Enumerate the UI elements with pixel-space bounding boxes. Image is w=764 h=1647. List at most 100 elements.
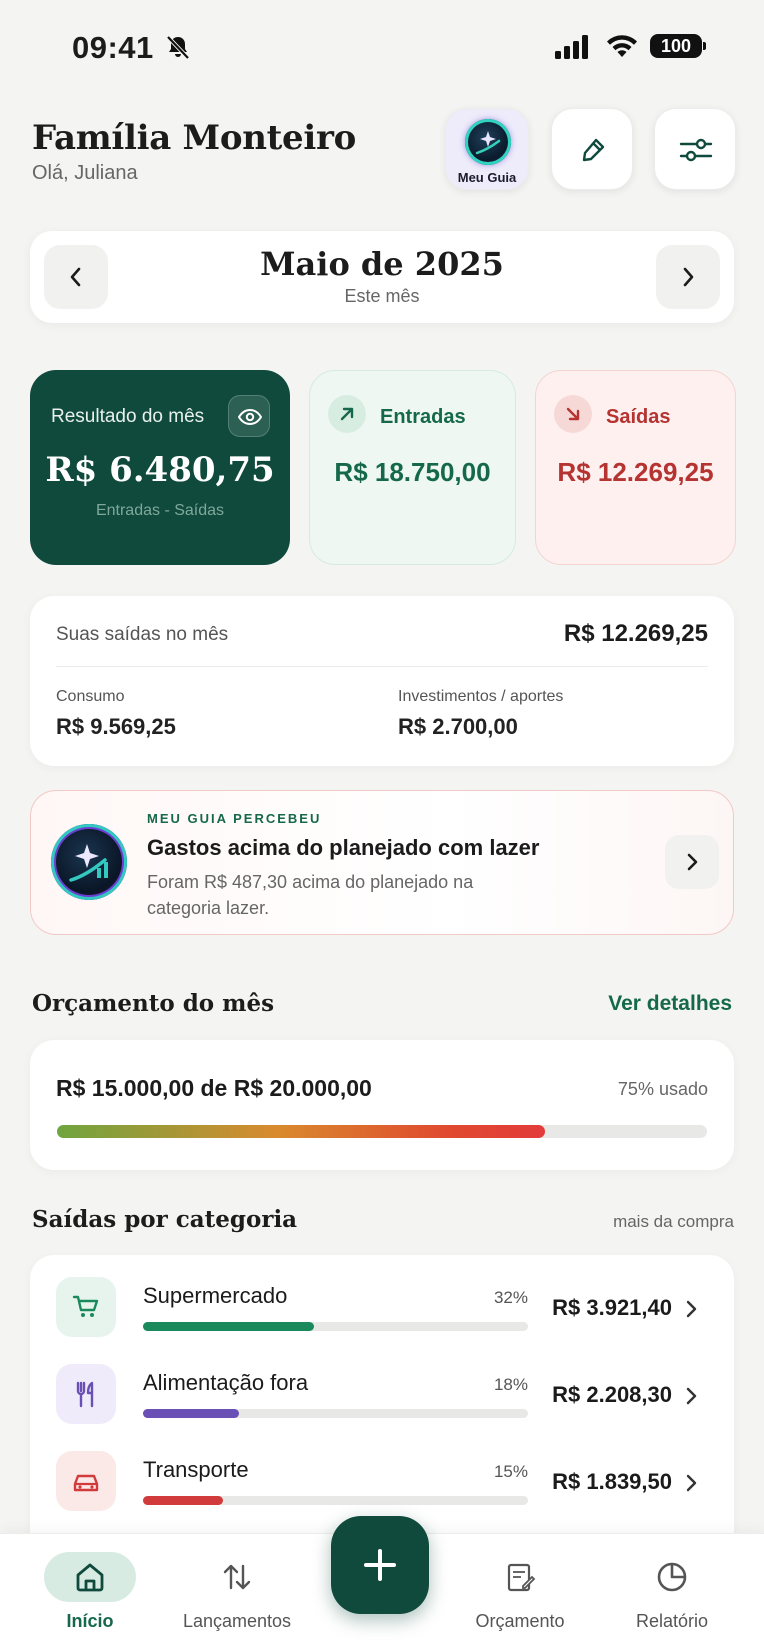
categories-card: Supermercado 32% R$ 3.921,40 Alimentação… [30,1255,734,1555]
nav-item-inicio[interactable]: Início [15,1534,165,1647]
result-label: Resultado do mês [51,406,205,427]
greeting: Olá, Juliana [32,162,138,184]
toggle-visibility-button[interactable] [228,395,270,437]
budget-section-title: Orçamento do mês [32,990,275,1017]
insight-card[interactable]: MEU GUIA PERCEBEU Gastos acima do planej… [30,790,734,935]
category-progress-fill [143,1409,240,1418]
income-value: R$ 18.750,00 [334,457,491,487]
edit-button[interactable] [551,108,633,190]
battery-tip [703,42,706,50]
car-icon [56,1451,116,1511]
budget-progress-fill [57,1125,545,1138]
nav-icon-wrap [626,1552,718,1602]
status-bar: 09:41 100 [0,0,764,95]
expenses-title: Suas saídas no mês [56,624,229,645]
nav-active-pill [44,1552,136,1602]
categories-section-title: Saídas por categoria [32,1206,298,1233]
income-label: Entradas [380,406,466,428]
category-progress-track [143,1322,528,1331]
divider [56,666,708,667]
chevron-right-icon [686,1387,697,1405]
category-progress-fill [143,1496,224,1505]
budget-notebook-icon [507,1563,536,1592]
meu-guia-label: Meu Guia [457,170,517,185]
meu-guia-button[interactable]: Meu Guia [445,108,529,190]
nav-item-orcamento[interactable]: Orçamento [445,1534,595,1647]
category-row[interactable]: Transporte 15% R$ 1.839,50 [30,1429,734,1511]
cart-icon [56,1277,116,1337]
result-value: R$ 6.480,75 [45,450,275,490]
insight-kicker: MEU GUIA PERCEBEU [147,811,322,826]
pen-icon [582,138,605,162]
expense-label: Saídas [606,406,671,428]
month-title: Maio de 2025 [260,245,504,283]
expenses-total: R$ 12.269,25 [563,620,708,647]
category-percent: 15% [493,1462,528,1481]
consumption-label: Consumo [56,688,125,705]
insight-body: Foram R$ 487,30 acima do planejado na ca… [147,872,474,918]
arrow-up-right-icon [328,395,366,433]
category-progress-fill [143,1322,315,1331]
nav-label: Início [66,1611,114,1631]
wifi-icon [607,35,637,57]
insight-open-button[interactable] [665,835,719,889]
expense-value: R$ 12.269,25 [557,457,714,487]
month-subtitle: Este mês [344,286,420,306]
eye-icon [238,408,262,426]
filter-button[interactable] [654,108,736,190]
sliders-icon [679,138,713,162]
add-entry-button[interactable] [331,1516,429,1614]
arrow-down-right-icon [554,395,592,433]
status-time: 09:41 [72,30,154,65]
nav-icon-wrap [474,1552,566,1602]
consumption-value: R$ 9.569,25 [56,714,176,739]
category-percent: 18% [493,1375,528,1394]
fork-knife-icon [56,1364,116,1424]
nav-item-relatorio[interactable]: Relatório [597,1534,747,1647]
nav-item-lancamentos[interactable]: Lançamentos [162,1534,312,1647]
guide-orb-icon [465,119,511,165]
budget-progress-track [57,1125,707,1138]
insight-title: Gastos acima do planejado com lazer [147,835,540,860]
expense-card[interactable]: Saídas R$ 12.269,25 [535,370,736,565]
investments-column: Investimentos / aportes R$ 2.700,00 [398,688,563,740]
nav-label: Orçamento [475,1611,565,1631]
budget-card[interactable]: R$ 15.000,00 de R$ 20.000,00 75% usado [30,1040,734,1170]
month-selector: Maio de 2025 Este mês [30,231,734,323]
chevron-right-icon [687,853,698,871]
investments-label: Investimentos / aportes [398,688,564,705]
categories-aside: mais da compra [613,1212,734,1231]
category-name: Supermercado [143,1283,288,1308]
income-card[interactable]: Entradas R$ 18.750,00 [309,370,516,565]
bell-off-icon [166,35,190,60]
signal-icon [555,35,588,59]
nav-label: Lançamentos [182,1611,292,1631]
consumption-column: Consumo R$ 9.569,25 [56,688,176,740]
category-row[interactable]: Alimentação fora 18% R$ 2.208,30 [30,1342,734,1424]
category-amount: R$ 2.208,30 [552,1382,672,1407]
category-percent: 32% [493,1288,528,1307]
chevron-right-icon [686,1300,697,1318]
chevron-right-icon [686,1474,697,1492]
category-amount: R$ 3.921,40 [552,1295,672,1320]
page-title: Família Monteiro [32,118,356,158]
nav-icon-wrap [191,1552,283,1602]
chevron-right-icon [683,267,694,287]
result-subtitle: Entradas - Saídas [95,502,225,519]
battery-icon: 100 [650,32,706,60]
transfer-arrows-icon [223,1564,251,1590]
pie-chart-icon [657,1562,687,1592]
investments-value: R$ 2.700,00 [398,714,518,739]
result-card[interactable]: Resultado do mês R$ 6.480,75 Entradas - … [30,370,290,565]
budget-amount: R$ 15.000,00 de R$ 20.000,00 [56,1075,372,1101]
category-row[interactable]: Supermercado 32% R$ 3.921,40 [30,1255,734,1337]
nav-label: Relatório [635,1611,709,1631]
expenses-card[interactable]: Suas saídas no mês R$ 12.269,25 Consumo … [30,596,734,766]
category-amount: R$ 1.839,50 [552,1469,672,1494]
battery-level: 100 [650,34,702,58]
guide-orb-icon [51,824,127,900]
next-month-button[interactable] [656,245,720,309]
category-name: Transporte [143,1457,249,1482]
category-progress-track [143,1496,528,1505]
budget-details-link[interactable]: Ver detalhes [608,992,732,1016]
